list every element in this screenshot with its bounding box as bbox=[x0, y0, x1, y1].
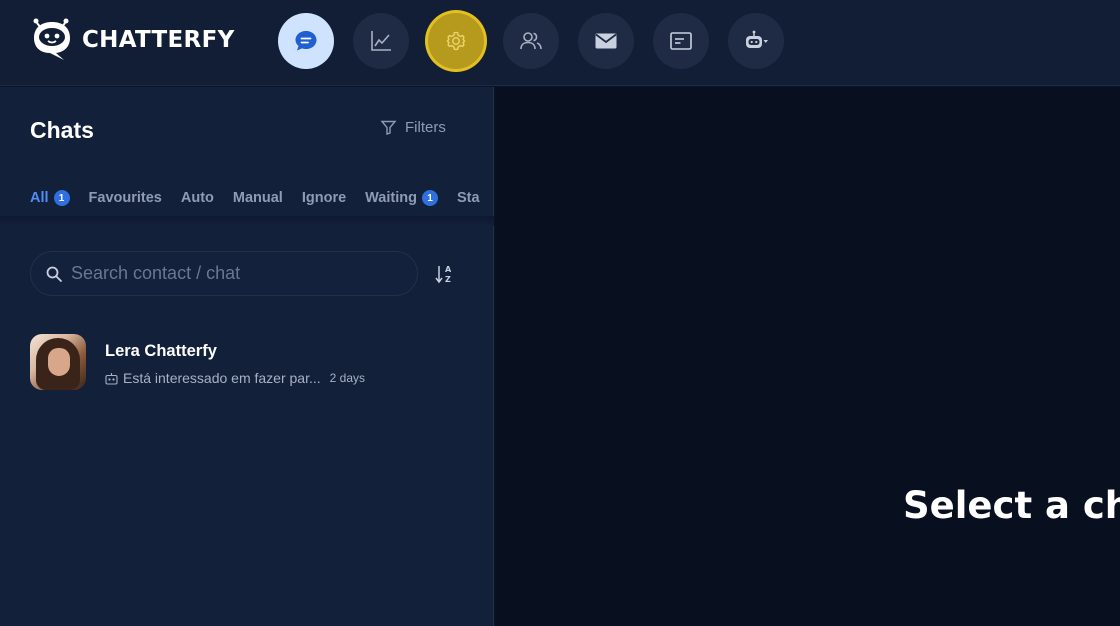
nav-templates-button[interactable] bbox=[653, 13, 709, 69]
filters-label: Filters bbox=[405, 119, 446, 136]
nav-analytics-button[interactable] bbox=[353, 13, 409, 69]
page-title: Chats bbox=[30, 117, 94, 143]
tab-label: All bbox=[30, 190, 49, 206]
robot-icon bbox=[746, 30, 768, 48]
tab-manual[interactable]: Manual bbox=[233, 190, 283, 206]
nav-mail-button[interactable] bbox=[578, 13, 634, 69]
sort-alpha-icon: A Z bbox=[435, 265, 452, 284]
top-navigation-bar: CHATTERFY bbox=[0, 0, 1120, 86]
empty-state-title: Select a cha bbox=[903, 484, 1120, 527]
line-chart-icon bbox=[371, 31, 391, 51]
logo-mascot-icon bbox=[33, 18, 70, 60]
avatar bbox=[30, 334, 86, 390]
chat-bubble-icon bbox=[295, 31, 317, 51]
last-message-preview: Está interessado em fazer par... 2 days bbox=[105, 370, 365, 386]
brand-logo[interactable]: CHATTERFY bbox=[28, 18, 235, 62]
nav-chats-button[interactable] bbox=[278, 13, 334, 69]
svg-text:A: A bbox=[445, 265, 452, 274]
search-field[interactable] bbox=[30, 251, 418, 296]
filter-icon bbox=[380, 120, 397, 135]
tabs-divider bbox=[0, 216, 494, 226]
users-icon bbox=[520, 32, 542, 50]
contact-name: Lera Chatterfy bbox=[105, 342, 217, 360]
svg-text:Z: Z bbox=[445, 275, 451, 284]
count-badge: 1 bbox=[421, 190, 438, 206]
count-badge: 1 bbox=[53, 190, 70, 206]
tab-label: Favourites bbox=[88, 190, 162, 206]
tab-favourites[interactable]: Favourites bbox=[89, 190, 162, 206]
chevron-down-icon bbox=[763, 40, 768, 43]
tab-label: Auto bbox=[180, 190, 214, 206]
nav-settings-button[interactable] bbox=[428, 13, 484, 69]
tab-auto[interactable]: Auto bbox=[181, 190, 214, 206]
tab-label: Manual bbox=[232, 190, 283, 206]
nav-bots-dropdown[interactable] bbox=[728, 13, 784, 69]
chat-filter-tabs: All 1 Favourites Auto Manual Ignore Wait… bbox=[0, 183, 494, 219]
gear-icon bbox=[446, 31, 466, 51]
tab-label: Sta bbox=[456, 190, 480, 206]
chat-list-item[interactable]: Lera Chatterfy Está interessado em fazer… bbox=[0, 323, 494, 399]
tab-status[interactable]: Sta bbox=[457, 190, 480, 206]
mail-icon bbox=[595, 33, 617, 49]
tab-label: Ignore bbox=[301, 190, 347, 206]
tab-waiting[interactable]: Waiting 1 bbox=[365, 190, 438, 206]
bot-icon bbox=[105, 372, 118, 385]
tab-all[interactable]: All 1 bbox=[30, 190, 70, 206]
sort-az-button[interactable]: A Z bbox=[434, 263, 456, 285]
timestamp: 2 days bbox=[329, 371, 366, 385]
search-input[interactable] bbox=[71, 263, 401, 284]
nav-contacts-button[interactable] bbox=[503, 13, 559, 69]
tab-label: Waiting bbox=[365, 190, 417, 206]
card-icon bbox=[670, 32, 692, 50]
tab-ignore[interactable]: Ignore bbox=[302, 190, 346, 206]
brand-name: CHATTERFY bbox=[82, 27, 235, 53]
preview-text: Está interessado em fazer par... bbox=[123, 370, 321, 386]
chats-sidebar: Chats Filters All 1 Favourites Auto Manu… bbox=[0, 87, 494, 626]
app-window: CHATTERFY Chats Filters All 1 Favourites… bbox=[0, 0, 1120, 626]
conversation-panel: Select a cha bbox=[495, 87, 1120, 626]
filters-button[interactable]: Filters bbox=[380, 119, 446, 136]
search-icon bbox=[46, 266, 62, 282]
